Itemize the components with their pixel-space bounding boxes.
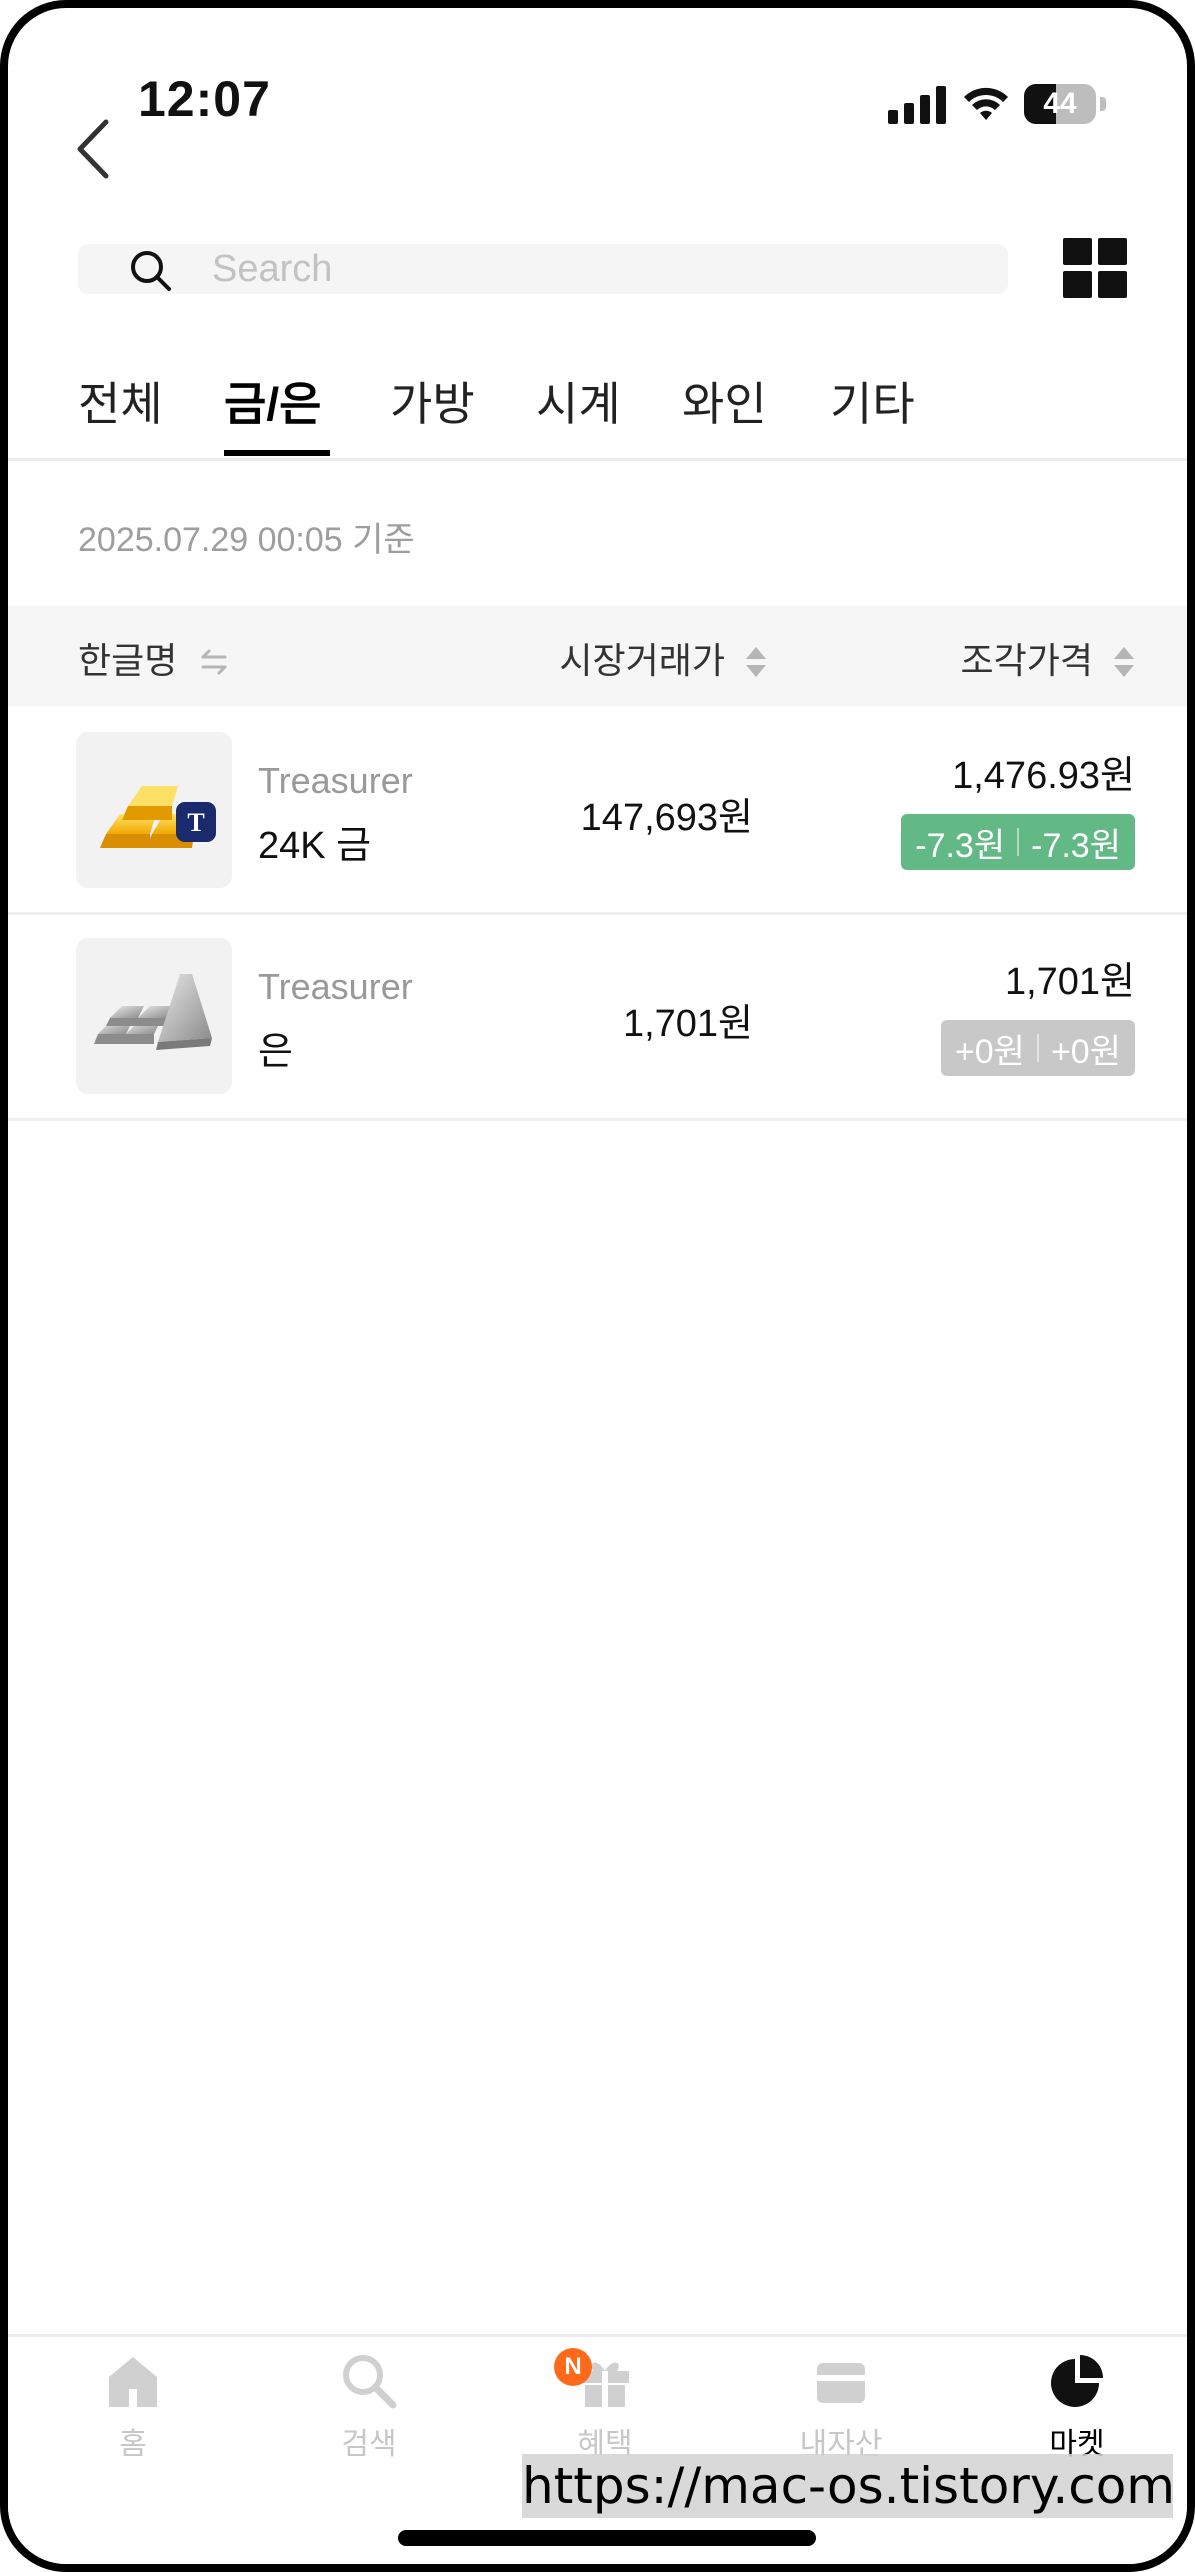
product-name: 은 [258, 1031, 293, 1073]
price-change-amount: +0원 [1050, 1032, 1121, 1071]
svg-text:T: T [187, 808, 204, 837]
grid-view-icon[interactable] [1063, 238, 1127, 298]
active-tab-indicator [224, 450, 330, 456]
tab-all[interactable]: 전체 [78, 368, 163, 434]
tab-gold-silver[interactable]: 금/은 [224, 368, 321, 434]
timestamp: 2025.07.29 00:05 기준 [78, 521, 415, 559]
home-indicator [398, 2530, 816, 2546]
signal-icon [888, 86, 946, 124]
tab-bags[interactable]: 가방 [390, 368, 475, 434]
sort-arrows-icon [746, 647, 766, 677]
phone-frame: 12:07 44 전체 금/은 가방 시계 와인 기타 [0, 0, 1195, 2572]
status-time: 12:07 [138, 71, 271, 127]
battery-icon: 44 [1024, 84, 1106, 124]
sort-arrows-icon [1114, 647, 1134, 677]
sort-market-price-button[interactable]: 시장거래가 [559, 632, 767, 684]
wallet-icon [817, 2363, 865, 2403]
tab-wine[interactable]: 와인 [682, 368, 767, 434]
wifi-icon [964, 87, 1008, 120]
piece-price: 1,701원 [1004, 961, 1135, 1003]
back-arrow-icon[interactable] [72, 116, 116, 182]
battery-level: 44 [1043, 87, 1077, 120]
nav-market[interactable]: 마켓 [1007, 2351, 1147, 2463]
price-change-badge: -7.3원 -7.3원 [901, 814, 1135, 870]
column-name-label: 한글명 [78, 640, 178, 681]
price-change-amount: -7.3원 [1031, 826, 1121, 865]
gold-bars-icon: T [76, 732, 232, 888]
price-change-amount: -7.3원 [915, 826, 1006, 865]
product-brand: Treasurer [258, 760, 413, 801]
nav-search-label: 검색 [341, 2428, 397, 2461]
pie-chart-icon [1051, 2355, 1103, 2407]
market-price: 147,693원 [580, 797, 753, 839]
table-row[interactable]: Treasurer 은 1,701원 1,701원 +0원 +0원 [8, 914, 1187, 1121]
silver-bars-icon [76, 938, 232, 1094]
nav-my-assets[interactable]: 내자산 [771, 2351, 911, 2463]
search-icon [131, 251, 171, 291]
category-tabs: 전체 금/은 가방 시계 와인 기타 [8, 366, 1187, 461]
price-change-amount: +0원 [954, 1032, 1025, 1071]
swap-icon [201, 649, 227, 675]
product-name: 24K 금 [258, 825, 372, 867]
new-badge: N [554, 2348, 592, 2386]
product-brand: Treasurer [258, 966, 413, 1007]
tab-watches[interactable]: 시계 [536, 368, 621, 434]
search-icon [343, 2355, 397, 2409]
tab-other[interactable]: 기타 [830, 368, 915, 434]
nav-home[interactable]: 홈 [63, 2351, 203, 2463]
sort-piece-price-button[interactable]: 조각가격 [961, 632, 1136, 684]
table-header: 한글명 시장거래가 조각가격 [8, 606, 1187, 706]
piece-price: 1,476.93원 [952, 755, 1135, 797]
nav-search[interactable]: 검색 [299, 2351, 439, 2463]
table-row[interactable]: T Treasurer 24K 금 147,693원 1,476.93원 -7.… [8, 708, 1187, 915]
search-input[interactable] [212, 244, 992, 294]
home-icon [109, 2357, 157, 2407]
market-price: 1,701원 [622, 1003, 753, 1045]
column-market-price-label: 시장거래가 [559, 640, 725, 681]
watermark-url: https://mac-os.tistory.com [522, 2454, 1175, 2518]
nav-home-label: 홈 [119, 2428, 147, 2461]
price-change-badge: +0원 +0원 [940, 1020, 1135, 1076]
column-piece-price-label: 조각가격 [960, 640, 1093, 681]
sort-name-button[interactable]: 한글명 [78, 632, 229, 684]
